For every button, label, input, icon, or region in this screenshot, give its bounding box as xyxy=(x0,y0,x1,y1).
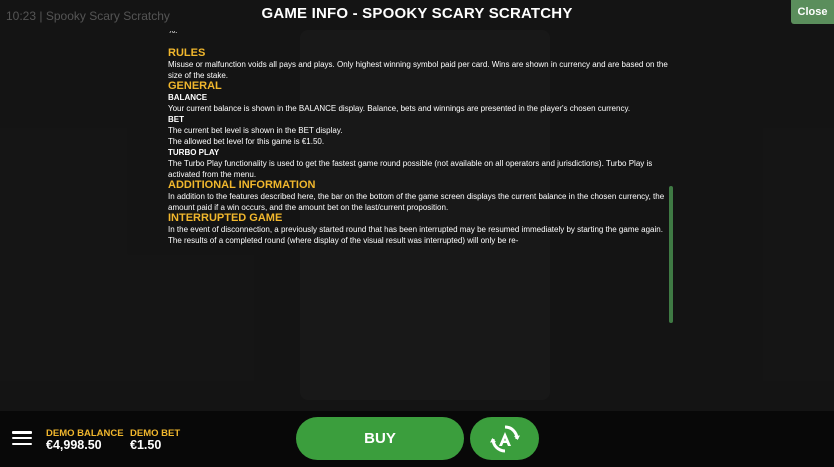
additional-info-text: In addition to the features described he… xyxy=(168,192,665,212)
rules-heading: RULES xyxy=(168,47,206,59)
close-button[interactable]: Close xyxy=(791,0,834,24)
interrupted-game-text: In the event of disconnection, a previou… xyxy=(168,225,663,245)
autoplay-button[interactable] xyxy=(470,417,539,460)
buy-button[interactable]: BUY xyxy=(296,417,464,460)
additional-info-heading: ADDITIONAL INFORMATION xyxy=(168,179,316,191)
turbo-play-heading: TURBO PLAY xyxy=(168,148,220,157)
page-title: GAME INFO - SPOOKY SCARY SCRATCHY xyxy=(261,5,573,22)
general-heading: GENERAL xyxy=(168,80,222,92)
balance-text: Your current balance is shown in the BAL… xyxy=(168,104,631,113)
menu-icon[interactable] xyxy=(12,431,32,445)
game-info-content[interactable]: %. RULES Misuse or malfunction voids all… xyxy=(168,31,668,410)
allowed-bet-text: The allowed bet level for this game is €… xyxy=(168,137,325,146)
scrollbar-thumb[interactable] xyxy=(669,186,673,323)
interrupted-game-heading: INTERRUPTED GAME xyxy=(168,212,283,224)
lead-text: %. xyxy=(168,31,668,36)
bet-heading: BET xyxy=(168,115,184,124)
rules-text: Misuse or malfunction voids all pays and… xyxy=(168,60,668,80)
balance-heading: BALANCE xyxy=(168,93,208,102)
autoplay-icon xyxy=(489,425,520,452)
bet-text: The current bet level is shown in the BE… xyxy=(168,126,343,135)
turbo-play-text: The Turbo Play functionality is used to … xyxy=(168,159,653,179)
bet-value: €1.50 xyxy=(130,438,162,452)
balance-value: €4,998.50 xyxy=(46,438,102,452)
